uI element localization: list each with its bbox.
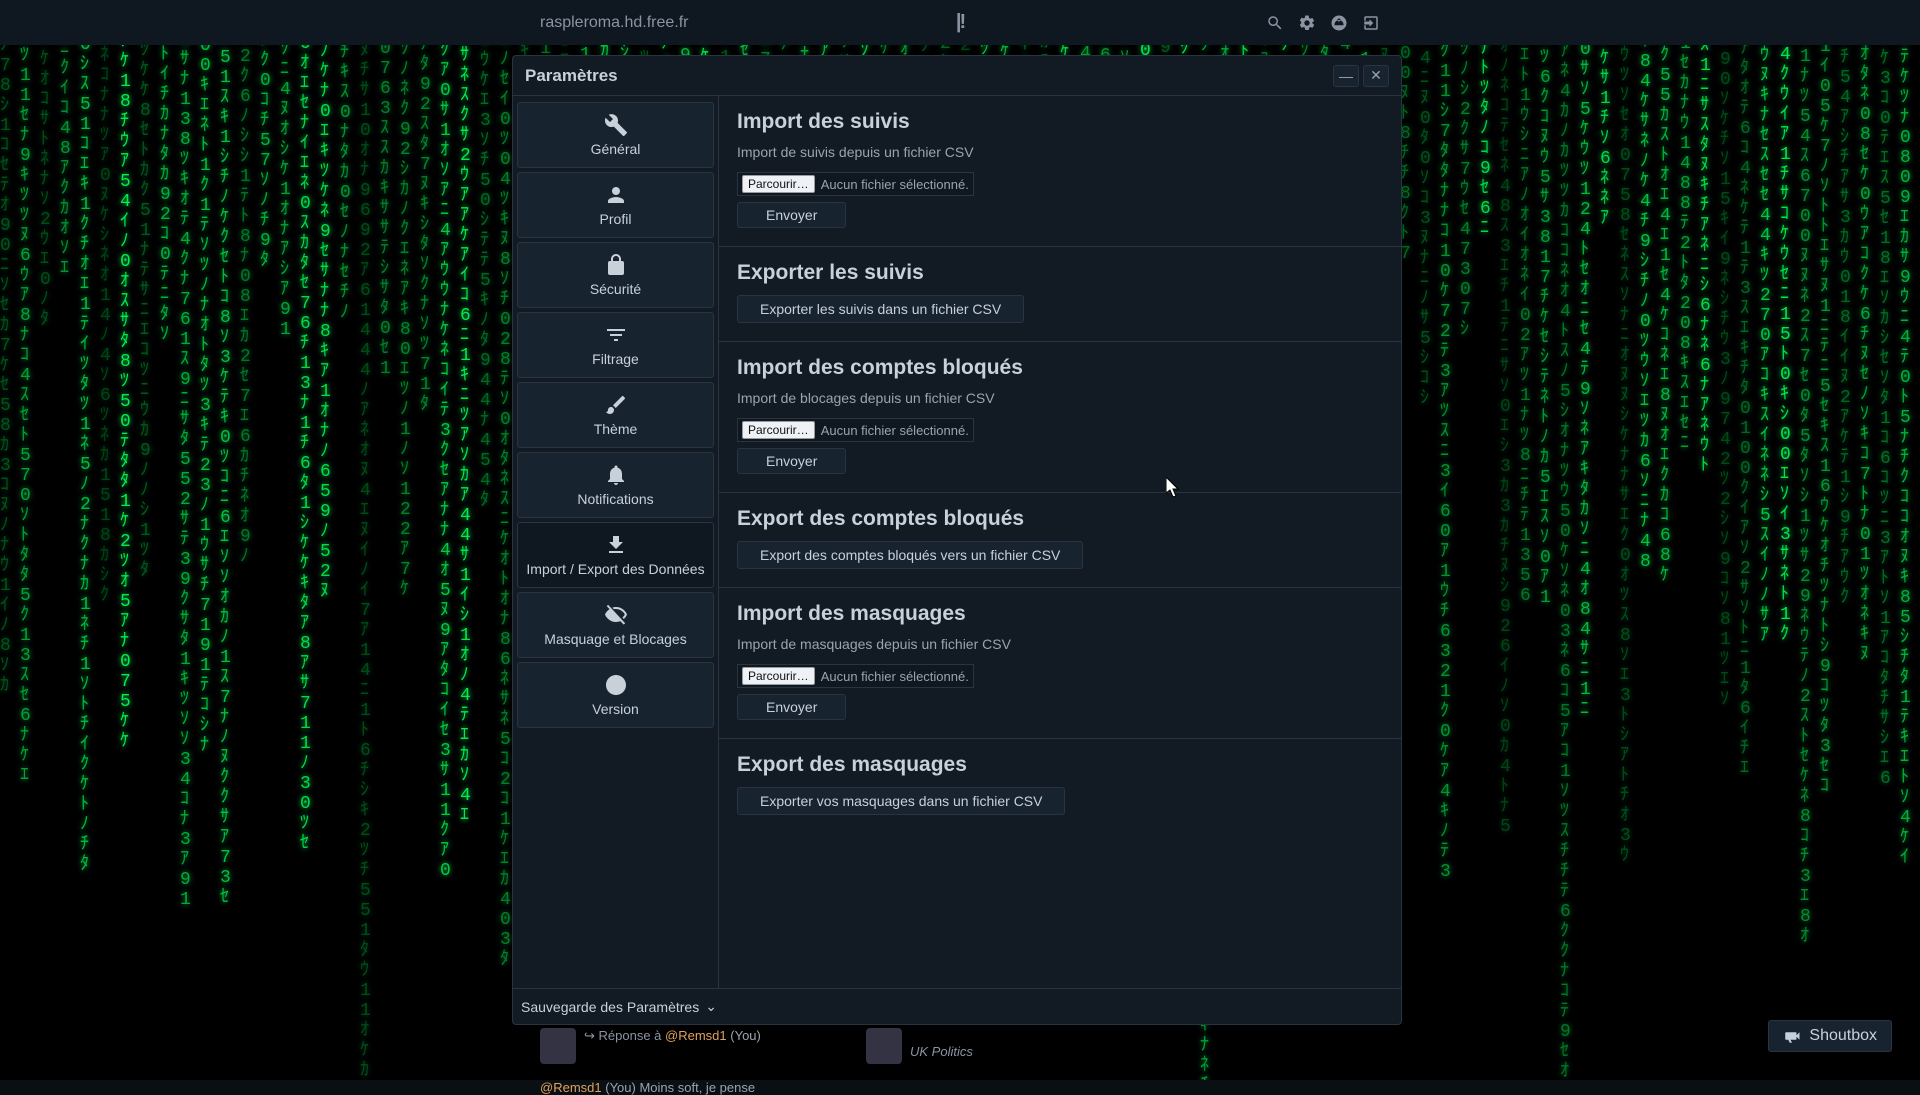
section-export-mutes: Export des masquages Exporter vos masqua… [719,739,1401,833]
sidebar-item-label: Version [592,701,639,717]
sidebar-item-filtering[interactable]: Filtrage [517,312,714,378]
minimize-button[interactable]: — [1333,65,1359,87]
section-title: Import des comptes bloqués [737,356,1383,380]
modal-footer: Sauvegarde des Paramètres ⌄ [513,988,1401,1024]
section-desc: Import de masquages depuis un fichier CS… [737,636,1383,652]
search-icon[interactable] [1266,14,1284,32]
modal-header: Paramètres — ✕ [513,56,1401,96]
sidebar-item-label: Import / Export des Données [526,561,704,577]
file-status: Aucun fichier sélectionné. [821,669,969,684]
sidebar-item-mutes-blocks[interactable]: Masquage et Blocages [517,592,714,658]
logout-icon[interactable] [1362,14,1380,32]
modal-title: Paramètres [525,66,618,86]
site-name[interactable]: raspleroma.hd.free.fr [540,14,689,32]
section-import-mutes: Import des masquages Import de masquages… [719,588,1401,739]
sidebar-item-label: Sécurité [590,281,641,297]
submit-button[interactable]: Envoyer [737,448,846,474]
section-import-follows: Import des suivis Import de suivis depui… [719,96,1401,247]
sidebar-item-label: Profil [600,211,632,227]
sidebar-item-label: Masquage et Blocages [544,631,686,647]
section-import-blocks: Import des comptes bloqués Import de blo… [719,342,1401,493]
section-title: Import des suivis [737,110,1383,134]
browse-button[interactable]: Parcourir… [742,667,815,685]
bell-icon [604,463,628,487]
file-status: Aucun fichier sélectionné. [821,177,969,192]
wrench-icon [604,113,628,137]
download-icon [604,533,628,557]
bg-post-left: ↪ Réponse à @Remsd1 (You) @Remsd1 (You) … [540,1028,761,1095]
sidebar-item-general[interactable]: Général [517,102,714,168]
section-title: Import des masquages [737,602,1383,626]
sidebar-item-import-export[interactable]: Import / Export des Données [517,522,714,588]
sidebar-item-security[interactable]: Sécurité [517,242,714,308]
filter-icon [604,323,628,347]
file-status: Aucun fichier sélectionné. [821,423,969,438]
avatar [866,1028,902,1064]
submit-button[interactable]: Envoyer [737,202,846,228]
section-title: Export des masquages [737,753,1383,777]
sidebar-item-label: Thème [594,421,638,437]
section-desc: Import de blocages depuis un fichier CSV [737,390,1383,406]
lock-icon [604,253,628,277]
shoutbox-button[interactable]: Shoutbox [1768,1020,1892,1052]
export-mutes-button[interactable]: Exporter vos masquages dans un fichier C… [737,787,1065,815]
sidebar-item-notifications[interactable]: Notifications [517,452,714,518]
sidebar-item-label: Général [591,141,641,157]
section-desc: Import de suivis depuis un fichier CSV [737,144,1383,160]
gear-icon[interactable] [1298,14,1316,32]
sidebar-item-profile[interactable]: Profil [517,172,714,238]
settings-sidebar: Général Profil Sécurité Filtrage Thème N… [513,96,719,988]
megaphone-icon [1783,1027,1801,1045]
export-follows-button[interactable]: Exporter les suivis dans un fichier CSV [737,295,1024,323]
user-icon [604,183,628,207]
close-button[interactable]: ✕ [1363,65,1389,87]
section-export-blocks: Export des comptes bloqués Export des co… [719,493,1401,588]
topbar: raspleroma.hd.free.fr |! [0,0,1920,45]
avatar [540,1028,576,1064]
browse-button[interactable]: Parcourir… [742,175,815,193]
logo[interactable]: |! [956,11,964,34]
dashboard-icon[interactable] [1330,14,1348,32]
sidebar-item-version[interactable]: Version [517,662,714,728]
section-title: Exporter les suivis [737,261,1383,285]
settings-content: Import des suivis Import de suivis depui… [719,96,1401,988]
eye-off-icon [604,603,628,627]
sidebar-item-theme[interactable]: Thème [517,382,714,448]
settings-modal: Paramètres — ✕ Général Profil Sécurité F… [512,55,1402,1025]
info-icon [604,673,628,697]
save-settings-button[interactable]: Sauvegarde des Paramètres ⌄ [521,998,717,1015]
mouse-cursor [1166,477,1182,499]
export-blocks-button[interactable]: Export des comptes bloqués vers un fichi… [737,541,1083,569]
submit-button[interactable]: Envoyer [737,694,846,720]
sidebar-item-label: Filtrage [592,351,639,367]
chevron-down-icon: ⌄ [705,998,717,1015]
browse-button[interactable]: Parcourir… [742,421,815,439]
sidebar-item-label: Notifications [577,491,653,507]
section-title: Export des comptes bloqués [737,507,1383,531]
section-export-follows: Exporter les suivis Exporter les suivis … [719,247,1401,342]
brush-icon [604,393,628,417]
bg-post-right: UK Politics [866,1028,973,1064]
